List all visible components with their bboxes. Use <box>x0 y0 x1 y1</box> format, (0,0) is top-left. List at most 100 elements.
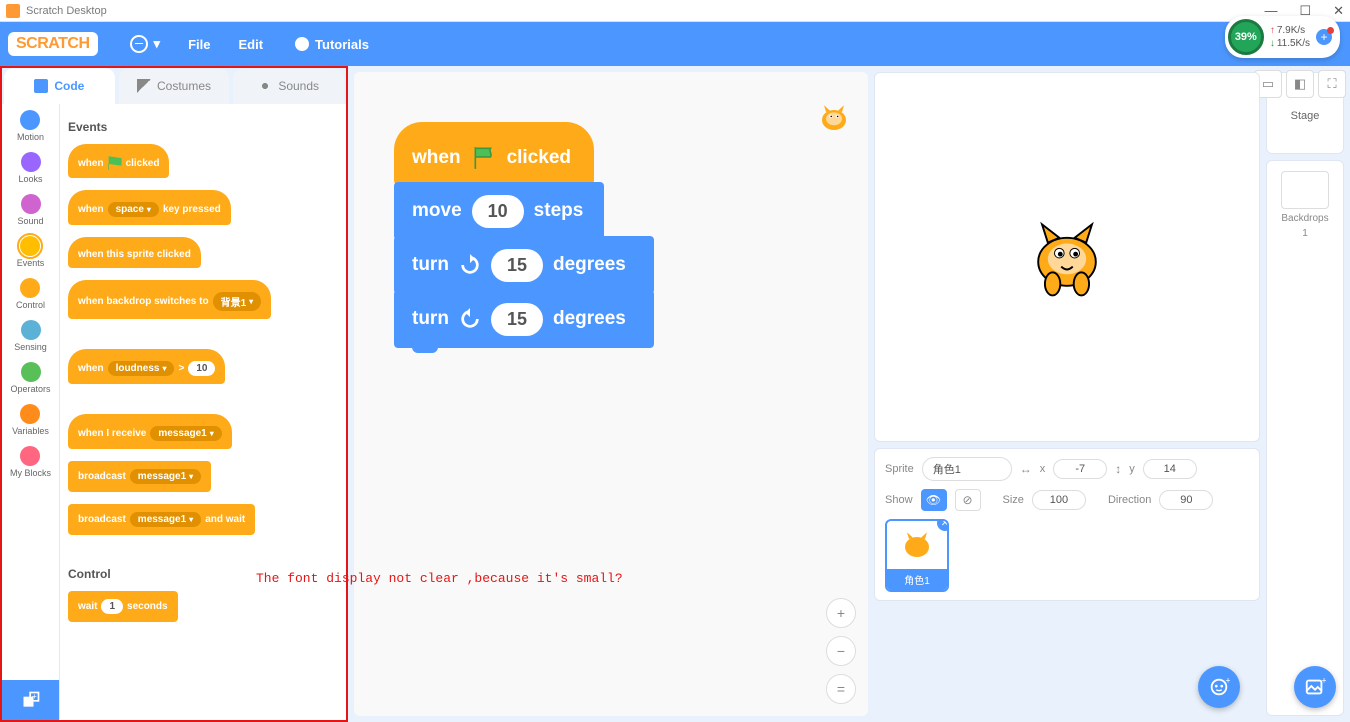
loudness-dropdown[interactable]: loudness <box>108 361 175 376</box>
y-label: y <box>1129 463 1135 475</box>
category-sound[interactable]: Sound <box>17 194 43 226</box>
add-backdrop-button[interactable]: + <box>1294 666 1336 708</box>
size-field[interactable]: 100 <box>1032 490 1086 510</box>
sprite-card-label: 角色1 <box>887 569 947 590</box>
hide-button[interactable]: ⊘ <box>955 489 981 511</box>
broadcast-wait-dropdown[interactable]: message1 <box>130 512 201 527</box>
file-menu[interactable]: File <box>188 37 210 52</box>
sprite-on-stage[interactable] <box>1019 209 1115 305</box>
main-area: Code Costumes Sounds Motion Looks Sound Eve… <box>0 66 1350 722</box>
xy-icon: ↔ <box>1020 462 1032 476</box>
right-panel: Sprite 角色1 ↔ x -7 ↕ y 14 Show 👁 ⊘ Size 1… <box>874 66 1350 722</box>
block-when-key-pressed[interactable]: when space key pressed <box>68 190 231 225</box>
stage-size-controls: ▭ ◧ ⛶ <box>1254 70 1346 98</box>
green-flag-icon <box>471 145 497 171</box>
y-field[interactable]: 14 <box>1143 459 1197 479</box>
tab-costumes[interactable]: Costumes <box>119 68 230 104</box>
script-workspace[interactable]: when clicked move 10 steps turn 15 degre… <box>354 72 868 716</box>
sprite-name-field[interactable]: 角色1 <box>922 457 1012 481</box>
add-extension-button[interactable]: + <box>2 680 59 720</box>
category-motion[interactable]: Motion <box>17 110 44 142</box>
turn-ccw-value[interactable]: 15 <box>491 303 543 336</box>
extension-icon: + <box>21 690 41 710</box>
category-dot <box>21 152 41 172</box>
block-when-receive[interactable]: when I receive message1 <box>68 414 232 449</box>
script-turn-ccw[interactable]: turn 15 degrees <box>394 290 654 348</box>
backdrop-dropdown[interactable]: 背景1 <box>213 292 262 311</box>
stage-column: Sprite 角色1 ↔ x -7 ↕ y 14 Show 👁 ⊘ Size 1… <box>874 72 1260 716</box>
sprite-card[interactable]: ✕ 角色1 <box>885 519 949 592</box>
x-field[interactable]: -7 <box>1053 459 1107 479</box>
tab-sounds[interactable]: Sounds <box>233 68 344 104</box>
sprite-list: ✕ 角色1 <box>885 519 1249 592</box>
category-sensing[interactable]: Sensing <box>14 320 47 352</box>
category-dot <box>21 362 41 382</box>
message-dropdown[interactable]: message1 <box>150 426 221 441</box>
stage[interactable] <box>874 72 1260 442</box>
zoom-reset-button[interactable]: = <box>826 674 856 704</box>
script-stack[interactable]: when clicked move 10 steps turn 15 degre… <box>394 122 654 348</box>
wait-value[interactable]: 1 <box>101 599 123 614</box>
sprite-info-panel: Sprite 角色1 ↔ x -7 ↕ y 14 Show 👁 ⊘ Size 1… <box>874 448 1260 601</box>
blocks-split: Motion Looks Sound Events Control Sensing Oper… <box>2 104 346 720</box>
backdrop-thumbnail[interactable] <box>1281 171 1329 209</box>
green-flag-icon <box>108 156 122 170</box>
tab-code[interactable]: Code <box>4 68 115 104</box>
language-menu[interactable]: ▾ <box>130 35 161 53</box>
zoom-in-button[interactable]: + <box>826 598 856 628</box>
script-turn-cw[interactable]: turn 15 degrees <box>394 236 654 294</box>
block-broadcast[interactable]: broadcast message1 <box>68 461 211 492</box>
category-control[interactable]: Control <box>16 278 45 310</box>
code-icon <box>34 79 48 93</box>
close-button[interactable]: ✕ <box>1333 3 1344 19</box>
cat-plus-icon: + <box>1208 676 1230 698</box>
category-dot <box>20 110 40 130</box>
expand-icon[interactable]: + <box>1316 29 1332 45</box>
rotate-cw-icon <box>459 254 481 276</box>
stage-label: Stage <box>1291 110 1320 122</box>
direction-label: Direction <box>1108 494 1151 506</box>
loudness-value[interactable]: 10 <box>188 361 215 376</box>
category-variables[interactable]: Variables <box>12 404 49 436</box>
broadcast-dropdown[interactable]: message1 <box>130 469 201 484</box>
scratch-logo[interactable]: SCRATCH <box>8 32 98 56</box>
network-widget[interactable]: 39% 7.9K/s 11.5K/s + <box>1225 16 1340 58</box>
key-dropdown[interactable]: space <box>108 202 159 217</box>
script-when-flag-clicked[interactable]: when clicked <box>394 122 594 186</box>
large-stage-button[interactable]: ◧ <box>1286 70 1314 98</box>
x-label: x <box>1040 463 1046 475</box>
edit-menu[interactable]: Edit <box>238 37 263 52</box>
block-broadcast-wait[interactable]: broadcast message1 and wait <box>68 504 255 535</box>
tutorials-button[interactable]: Tutorials <box>295 37 369 52</box>
direction-field[interactable]: 90 <box>1159 490 1213 510</box>
category-looks[interactable]: Looks <box>18 152 42 184</box>
rotate-ccw-icon <box>459 308 481 330</box>
block-when-backdrop-switches[interactable]: when backdrop switches to 背景1 <box>68 280 271 319</box>
zoom-out-button[interactable]: − <box>826 636 856 666</box>
block-palette[interactable]: Events when clicked when space key press… <box>60 104 346 720</box>
category-dot <box>21 320 41 340</box>
category-operators[interactable]: Operators <box>10 362 50 394</box>
sprite-watermark <box>814 98 854 138</box>
bulb-icon <box>295 37 309 51</box>
show-label: Show <box>885 494 913 506</box>
category-my-blocks[interactable]: My Blocks <box>10 446 51 478</box>
show-button[interactable]: 👁 <box>921 489 947 511</box>
download-speed: 11.5K/s <box>1270 37 1310 50</box>
app-icon <box>6 4 20 18</box>
block-when-flag-clicked[interactable]: when clicked <box>68 144 169 178</box>
block-wait-seconds[interactable]: wait 1 seconds <box>68 591 178 622</box>
script-move-steps[interactable]: move 10 steps <box>394 182 604 240</box>
block-when-sprite-clicked[interactable]: when this sprite clicked <box>68 237 201 268</box>
category-events[interactable]: Events <box>17 236 45 268</box>
net-speeds: 7.9K/s 11.5K/s <box>1270 24 1310 50</box>
turn-cw-value[interactable]: 15 <box>491 249 543 282</box>
block-when-loudness[interactable]: when loudness > 10 <box>68 349 225 384</box>
picture-plus-icon: + <box>1304 676 1326 698</box>
brush-icon <box>137 79 151 93</box>
fullscreen-button[interactable]: ⛶ <box>1318 70 1346 98</box>
move-value[interactable]: 10 <box>472 195 524 228</box>
backdrop-panel: Backdrops 1 <box>1266 160 1344 716</box>
add-sprite-button[interactable]: + <box>1198 666 1240 708</box>
globe-icon <box>130 35 148 53</box>
